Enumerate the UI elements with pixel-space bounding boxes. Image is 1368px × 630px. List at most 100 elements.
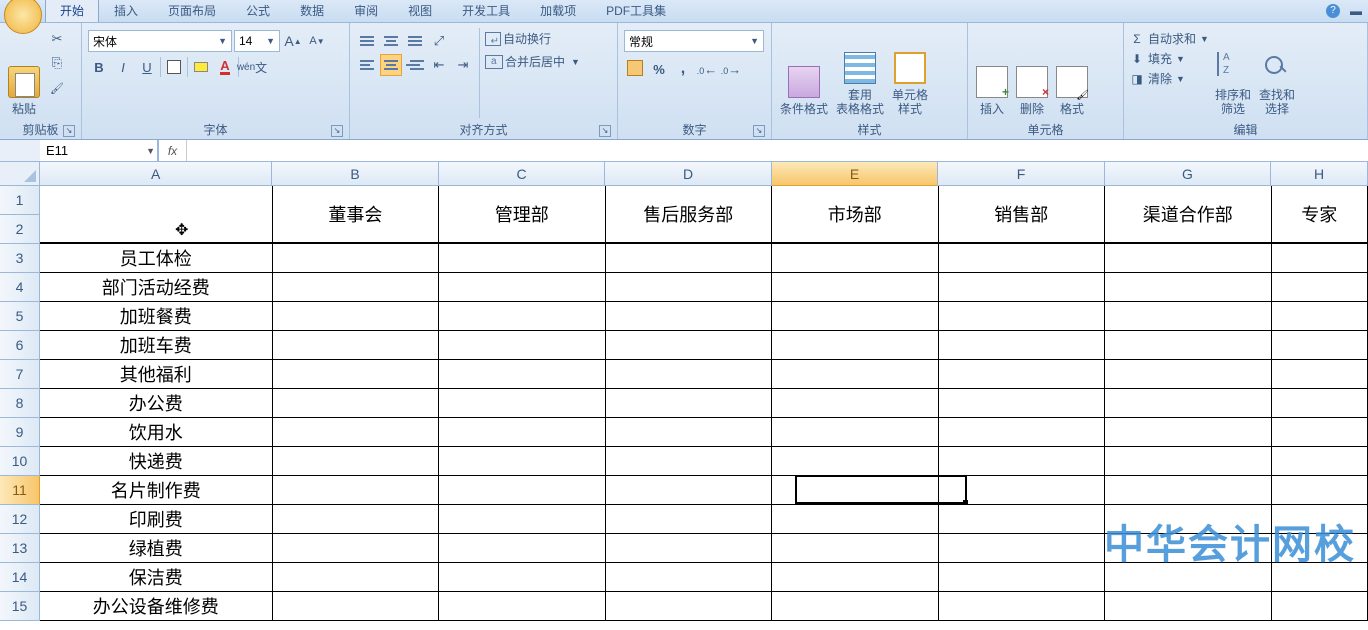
increase-font-button[interactable]: A▲: [282, 30, 304, 52]
cell-B10[interactable]: [272, 446, 439, 476]
font-color-button[interactable]: A: [214, 56, 236, 78]
number-launcher[interactable]: ↘: [753, 125, 765, 137]
help-icon[interactable]: ?: [1326, 4, 1340, 18]
cell-C5[interactable]: [438, 301, 605, 331]
increase-decimal-button[interactable]: ←: [696, 58, 718, 80]
cell-C3[interactable]: [438, 243, 605, 273]
cell-F15[interactable]: [938, 591, 1105, 621]
alignment-launcher[interactable]: ↘: [599, 125, 611, 137]
decrease-decimal-button[interactable]: →: [720, 58, 742, 80]
cell-A6[interactable]: 加班车费: [39, 330, 273, 360]
cell-F10[interactable]: [938, 446, 1105, 476]
cell-F12[interactable]: [938, 504, 1105, 534]
cell-A8[interactable]: 办公费: [39, 388, 273, 418]
percent-button[interactable]: [648, 58, 670, 80]
cell-H13[interactable]: [1271, 533, 1368, 563]
header-cell[interactable]: 售后服务部: [605, 185, 772, 243]
format-cells-button[interactable]: 格式: [1052, 26, 1092, 118]
cell-A7[interactable]: 其他福利: [39, 359, 273, 389]
cell-C10[interactable]: [438, 446, 605, 476]
number-format-combo[interactable]: 常规▼: [624, 30, 764, 52]
clear-button[interactable]: ◨清除▼: [1130, 70, 1209, 87]
cell-A9[interactable]: 饮用水: [39, 417, 273, 447]
font-family-combo[interactable]: 宋体▼: [88, 30, 232, 52]
cell-D3[interactable]: [605, 243, 772, 273]
cell-H4[interactable]: [1271, 272, 1368, 302]
cell-A3[interactable]: 员工体检: [39, 243, 273, 273]
cell-H5[interactable]: [1271, 301, 1368, 331]
tab-数据[interactable]: 数据: [285, 0, 339, 22]
col-header-A[interactable]: A: [40, 162, 272, 186]
align-top-button[interactable]: [356, 30, 378, 52]
cell-E6[interactable]: [771, 330, 938, 360]
cell-E9[interactable]: [771, 417, 938, 447]
cut-button[interactable]: [46, 28, 68, 50]
cell-C4[interactable]: [438, 272, 605, 302]
cell-G4[interactable]: [1104, 272, 1271, 302]
merge-center-button[interactable]: 合并后居中▼: [485, 53, 580, 70]
cell-D13[interactable]: [605, 533, 772, 563]
cell-G9[interactable]: [1104, 417, 1271, 447]
header-cell[interactable]: 专家: [1271, 185, 1368, 243]
clipboard-launcher[interactable]: ↘: [63, 125, 75, 137]
tab-页面布局[interactable]: 页面布局: [153, 0, 231, 22]
underline-button[interactable]: U: [136, 56, 158, 78]
name-box[interactable]: E11▼: [40, 140, 158, 161]
cell-B9[interactable]: [272, 417, 439, 447]
cell-H6[interactable]: [1271, 330, 1368, 360]
header-cell[interactable]: 市场部: [771, 185, 938, 243]
cell-H15[interactable]: [1271, 591, 1368, 621]
cell-C14[interactable]: [438, 562, 605, 592]
cells-area[interactable]: 董事会管理部售后服务部市场部销售部渠道合作部专家员工体检部门活动经费加班餐费加班…: [40, 186, 1368, 630]
tab-PDF工具集[interactable]: PDF工具集: [591, 0, 681, 22]
cell-G3[interactable]: [1104, 243, 1271, 273]
cell-E15[interactable]: [771, 591, 938, 621]
header-cell[interactable]: 渠道合作部: [1104, 185, 1271, 243]
wrap-text-button[interactable]: 自动换行: [485, 30, 580, 47]
select-all-corner[interactable]: [0, 162, 40, 186]
cell-H3[interactable]: [1271, 243, 1368, 273]
tab-开发工具[interactable]: 开发工具: [447, 0, 525, 22]
cell-C9[interactable]: [438, 417, 605, 447]
cell-D15[interactable]: [605, 591, 772, 621]
cell-H10[interactable]: [1271, 446, 1368, 476]
font-size-combo[interactable]: 14▼: [234, 30, 280, 52]
cell-A15[interactable]: 办公设备维修费: [39, 591, 273, 621]
cell-D5[interactable]: [605, 301, 772, 331]
cell-A14[interactable]: 保洁费: [39, 562, 273, 592]
format-painter-button[interactable]: [46, 76, 68, 98]
insert-cells-button[interactable]: 插入: [972, 26, 1012, 118]
row-header-15[interactable]: 15: [0, 592, 40, 621]
row-header-10[interactable]: 10: [0, 447, 40, 476]
cell-D7[interactable]: [605, 359, 772, 389]
header-cell[interactable]: 董事会: [272, 185, 439, 243]
cell-G8[interactable]: [1104, 388, 1271, 418]
cell-F7[interactable]: [938, 359, 1105, 389]
cell-D8[interactable]: [605, 388, 772, 418]
cell-C13[interactable]: [438, 533, 605, 563]
cell-G5[interactable]: [1104, 301, 1271, 331]
cell-C11[interactable]: [438, 475, 605, 505]
cell-D4[interactable]: [605, 272, 772, 302]
col-header-C[interactable]: C: [439, 162, 605, 186]
cell-D6[interactable]: [605, 330, 772, 360]
sort-filter-button[interactable]: 排序和 筛选: [1211, 26, 1255, 118]
cell-E5[interactable]: [771, 301, 938, 331]
cell-B14[interactable]: [272, 562, 439, 592]
cell-H11[interactable]: [1271, 475, 1368, 505]
align-middle-button[interactable]: [380, 30, 402, 52]
cell-B11[interactable]: [272, 475, 439, 505]
cell-G13[interactable]: [1104, 533, 1271, 563]
row-header-9[interactable]: 9: [0, 418, 40, 447]
align-right-button[interactable]: [404, 54, 426, 76]
cell-D14[interactable]: [605, 562, 772, 592]
cell-A11[interactable]: 名片制作费: [39, 475, 273, 505]
cell-F8[interactable]: [938, 388, 1105, 418]
cell-F14[interactable]: [938, 562, 1105, 592]
cell-A12[interactable]: 印刷费: [39, 504, 273, 534]
phonetic-button[interactable]: wén文: [241, 56, 263, 78]
col-header-G[interactable]: G: [1105, 162, 1271, 186]
cell-B8[interactable]: [272, 388, 439, 418]
cell-A4[interactable]: 部门活动经费: [39, 272, 273, 302]
cell-B13[interactable]: [272, 533, 439, 563]
